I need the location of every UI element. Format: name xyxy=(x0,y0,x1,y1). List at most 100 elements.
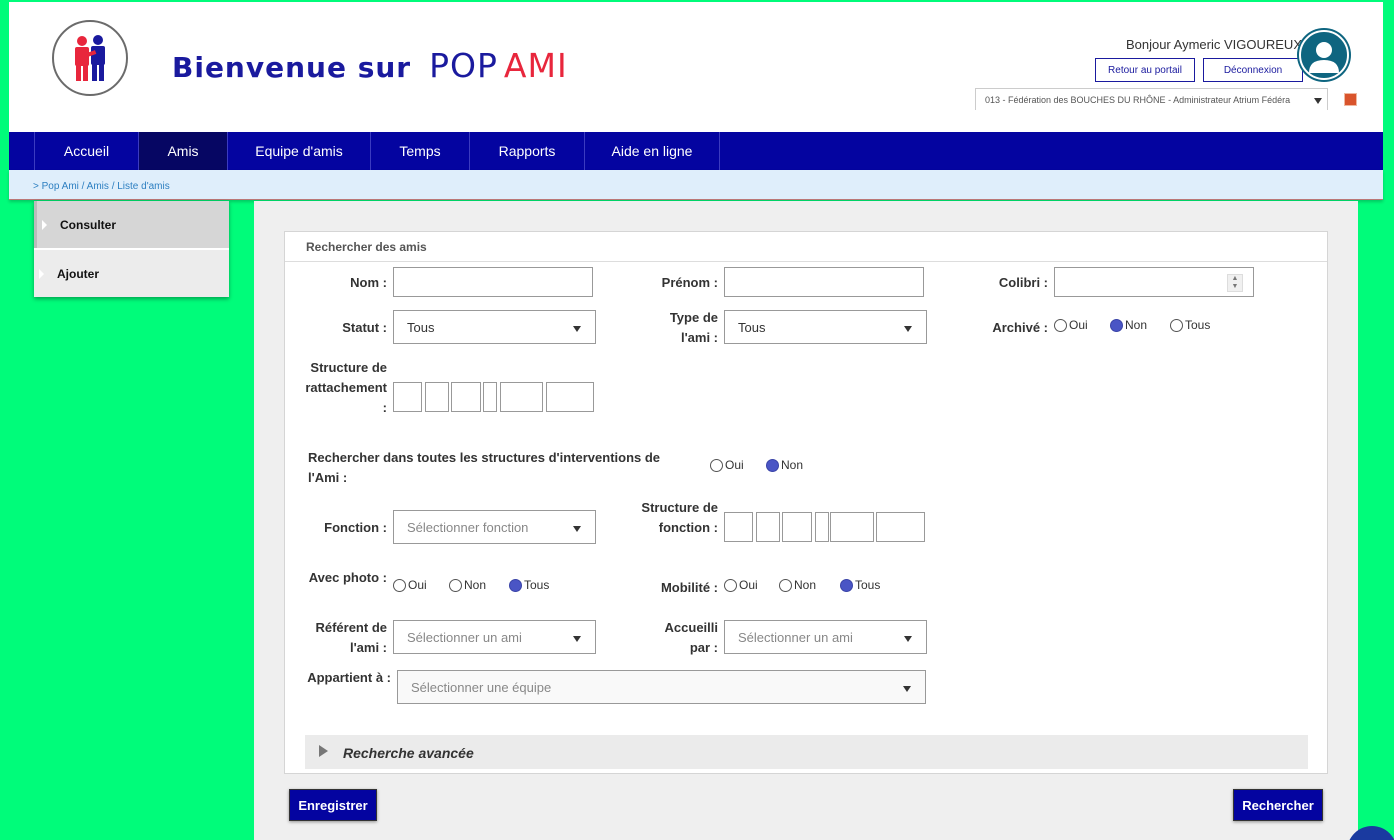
mobilite-oui-radio[interactable]: Oui xyxy=(724,578,758,592)
radio-label: Non xyxy=(794,578,817,592)
nav-item-accueil[interactable]: Accueil xyxy=(34,132,138,170)
interventions-non-radio[interactable]: Non xyxy=(766,458,803,472)
chevron-down-icon xyxy=(904,636,912,642)
referent-select-placeholder: Sélectionner un ami xyxy=(407,630,522,645)
radio-label: Non xyxy=(781,458,804,472)
structure-fonction-field[interactable] xyxy=(782,512,812,542)
photo-non-radio[interactable]: Non xyxy=(449,578,486,592)
breadcrumb-separator: / xyxy=(111,181,115,192)
header: Bienvenue sur POP AMI Bonjour Aymeric VIG… xyxy=(9,2,1383,132)
structure-code-field[interactable] xyxy=(500,382,543,412)
radio-circle xyxy=(840,578,853,592)
structure-fonction-field[interactable] xyxy=(724,512,753,542)
colibri-label: Colibri : xyxy=(998,275,1048,290)
brand-pop: POP xyxy=(429,46,498,85)
avatar[interactable] xyxy=(1299,30,1349,80)
prenom-input[interactable] xyxy=(724,267,924,297)
nom-input[interactable] xyxy=(393,267,593,297)
user-icon xyxy=(1309,42,1339,73)
chevron-right-icon xyxy=(42,220,47,230)
breadcrumb-item[interactable]: Liste d'amis xyxy=(117,181,170,192)
main-nav: Accueil Amis Equipe d'amis Temps Rapport… xyxy=(9,132,1383,170)
structure-fonction-field[interactable] xyxy=(756,512,780,542)
logout-button[interactable]: Déconnexion xyxy=(1203,58,1303,82)
photo-tous-radio[interactable]: Tous xyxy=(509,578,549,592)
mobilite-non-radio[interactable]: Non xyxy=(779,578,816,592)
radio-label: Oui xyxy=(725,458,744,472)
sidebar-item-ajouter[interactable]: Ajouter xyxy=(34,250,229,297)
type-ami-select-value: Tous xyxy=(738,320,766,335)
advanced-search-label: Recherche avancée xyxy=(343,745,474,761)
radio-label: Oui xyxy=(408,578,427,592)
radio-circle xyxy=(1110,318,1123,332)
type-ami-label: Type de l'ami : xyxy=(669,310,718,345)
fonction-select-placeholder: Sélectionner fonction xyxy=(407,520,529,535)
number-stepper[interactable]: ▲ ▼ xyxy=(1227,274,1243,292)
interventions-oui-radio[interactable]: Oui xyxy=(710,458,744,472)
radio-circle xyxy=(710,458,723,472)
fonction-label: Fonction : xyxy=(324,520,387,535)
save-button[interactable]: Enregistrer xyxy=(289,789,377,821)
structure-fonction-field[interactable] xyxy=(815,512,829,542)
brand-ami: AMI xyxy=(503,46,568,85)
chevron-right-icon xyxy=(39,269,44,279)
referent-label: Référent de l'ami : xyxy=(315,620,387,655)
structure-fonction-field[interactable] xyxy=(876,512,925,542)
radio-label: Oui xyxy=(1069,318,1088,332)
nav-item-amis[interactable]: Amis xyxy=(138,132,227,170)
photo-oui-radio[interactable]: Oui xyxy=(393,578,427,592)
structure-code-field[interactable] xyxy=(483,382,497,412)
referent-select[interactable]: Sélectionner un ami xyxy=(393,620,596,654)
caret-right-icon xyxy=(319,745,328,757)
nav-item-equipe[interactable]: Equipe d'amis xyxy=(227,132,370,170)
federation-select[interactable]: 013 - Fédération des BOUCHES DU RHÔNE - … xyxy=(975,88,1328,110)
sidebar-item-consulter[interactable]: Consulter xyxy=(34,201,229,248)
breadcrumb-item[interactable]: Pop Ami xyxy=(42,181,79,192)
appartient-label: Appartient à : xyxy=(307,670,391,685)
mobilite-label: Mobilité : xyxy=(660,580,718,595)
radio-label: Oui xyxy=(739,578,758,592)
appartient-select[interactable]: Sélectionner une équipe xyxy=(397,670,926,704)
nav-item-rapports[interactable]: Rapports xyxy=(469,132,584,170)
fonction-select[interactable]: Sélectionner fonction xyxy=(393,510,596,544)
radio-circle xyxy=(449,578,462,592)
type-ami-select[interactable]: Tous xyxy=(724,310,927,344)
chevron-down-icon xyxy=(903,686,911,692)
portal-button[interactable]: Retour au portail xyxy=(1095,58,1195,82)
accueilli-select[interactable]: Sélectionner un ami xyxy=(724,620,927,654)
archive-non-radio[interactable]: Non xyxy=(1110,318,1147,332)
archive-oui-radio[interactable]: Oui xyxy=(1054,318,1088,332)
radio-circle xyxy=(1170,318,1183,332)
accueilli-select-placeholder: Sélectionner un ami xyxy=(738,630,853,645)
welcome-title: Bienvenue sur POP AMI xyxy=(172,46,568,85)
radio-label: Non xyxy=(464,578,487,592)
structure-code-field[interactable] xyxy=(451,382,481,412)
chevron-down-icon xyxy=(573,326,581,332)
statut-select-value: Tous xyxy=(407,320,435,335)
mobilite-tous-radio[interactable]: Tous xyxy=(840,578,880,592)
radio-circle xyxy=(393,578,406,592)
chevron-down-icon xyxy=(904,326,912,332)
breadcrumb-item[interactable]: Amis xyxy=(87,181,109,192)
nav-item-aide[interactable]: Aide en ligne xyxy=(584,132,720,170)
radio-label: Tous xyxy=(524,578,550,592)
advanced-search-toggle[interactable]: Recherche avancée xyxy=(305,735,1308,769)
structure-code-field[interactable] xyxy=(546,382,594,412)
prenom-label: Prénom : xyxy=(661,275,718,290)
structure-code-field[interactable] xyxy=(393,382,422,412)
archive-tous-radio[interactable]: Tous xyxy=(1170,318,1210,332)
nav-item-temps[interactable]: Temps xyxy=(370,132,469,170)
panel-title: Rechercher des amis xyxy=(285,232,1327,262)
structure-fonction-field[interactable] xyxy=(830,512,874,542)
photo-label: Avec photo : xyxy=(308,570,387,585)
colibri-input[interactable]: ▲ ▼ xyxy=(1054,267,1254,297)
welcome-text: Bienvenue sur xyxy=(172,51,412,84)
popami-logo xyxy=(52,20,128,96)
structure-code-field[interactable] xyxy=(425,382,449,412)
status-indicator[interactable] xyxy=(1344,93,1357,106)
radio-circle xyxy=(509,578,522,592)
statut-select[interactable]: Tous xyxy=(393,310,596,344)
radio-label: Tous xyxy=(1185,318,1211,332)
search-button[interactable]: Rechercher xyxy=(1233,789,1323,821)
structure-fonction-label: Structure de fonction : xyxy=(641,500,718,535)
